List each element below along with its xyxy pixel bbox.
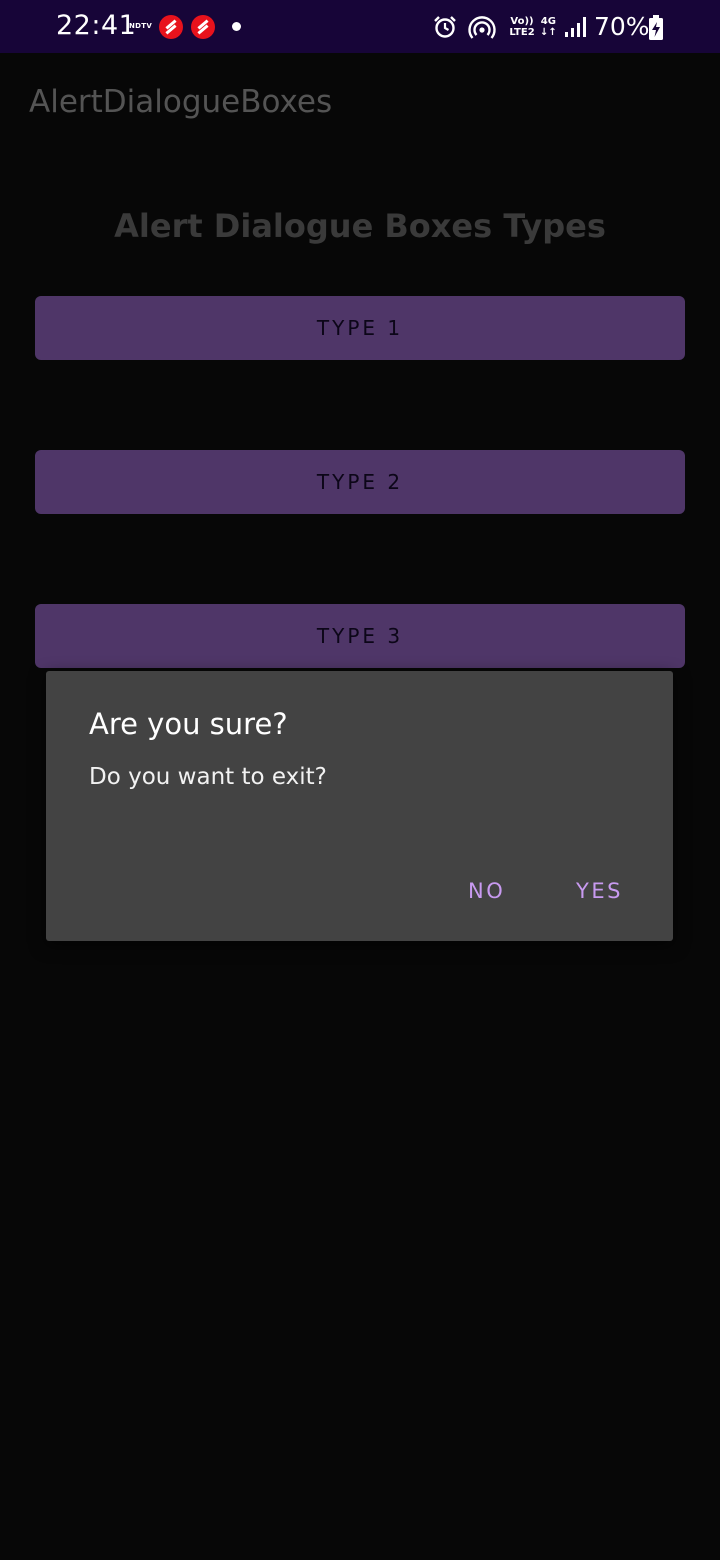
alarm-icon	[434, 16, 456, 38]
page-heading: Alert Dialogue Boxes Types	[114, 207, 606, 245]
hotspot-icon	[468, 16, 496, 39]
battery-percent: 70%	[594, 12, 650, 41]
signal-icon	[565, 17, 586, 37]
dialog-message: Do you want to exit?	[89, 764, 327, 790]
more-notifications-dot-icon	[232, 22, 241, 31]
status-time: 22:41	[56, 10, 137, 41]
app-title: AlertDialogueBoxes	[29, 84, 333, 120]
status-bar: 22:41 NDTV Vo)) LTE2 4G ↓↑ 70%	[0, 0, 720, 53]
battery-charging-icon	[649, 15, 663, 40]
type-3-button[interactable]: TYPE 3	[35, 604, 685, 668]
dialog-yes-button[interactable]: YES	[576, 879, 623, 903]
news-notification-icon	[191, 15, 215, 39]
mobile-data-indicator: 4G ↓↑	[540, 16, 557, 38]
ndtv-notification-icon: NDTV	[129, 22, 153, 30]
dialog-no-button[interactable]: NO	[468, 879, 505, 903]
news-notification-icon	[159, 15, 183, 39]
volte-indicator: Vo)) LTE2	[509, 16, 535, 38]
dialog-title: Are you sure?	[89, 707, 288, 741]
type-1-button[interactable]: TYPE 1	[35, 296, 685, 360]
type-2-button[interactable]: TYPE 2	[35, 450, 685, 514]
alert-dialog: Are you sure? Do you want to exit? NO YE…	[46, 671, 673, 941]
